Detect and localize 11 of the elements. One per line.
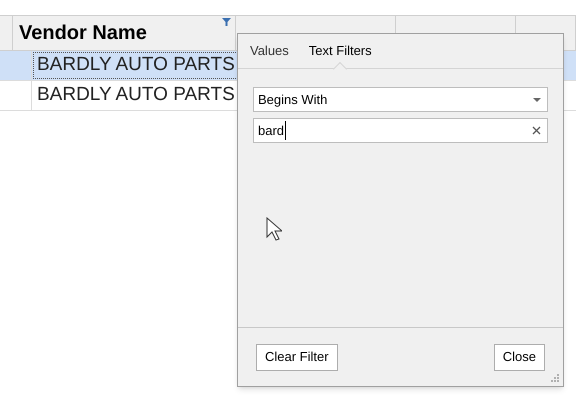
filter-text-field[interactable]: bard (253, 118, 548, 143)
resize-grip-icon[interactable] (550, 373, 560, 383)
condition-dropdown[interactable]: Begins With (253, 87, 548, 112)
footer-button[interactable]: Close (494, 344, 545, 370)
column-header[interactable]: Vendor Name (13, 16, 236, 50)
mouse-pointer-icon (266, 217, 282, 241)
caret-icon (533, 98, 541, 102)
footer-button[interactable]: Clear Filter (256, 344, 338, 370)
clear-icon[interactable] (532, 126, 541, 135)
tab[interactable]: Text Filters (308, 34, 372, 68)
filter-icon[interactable] (222, 18, 231, 26)
